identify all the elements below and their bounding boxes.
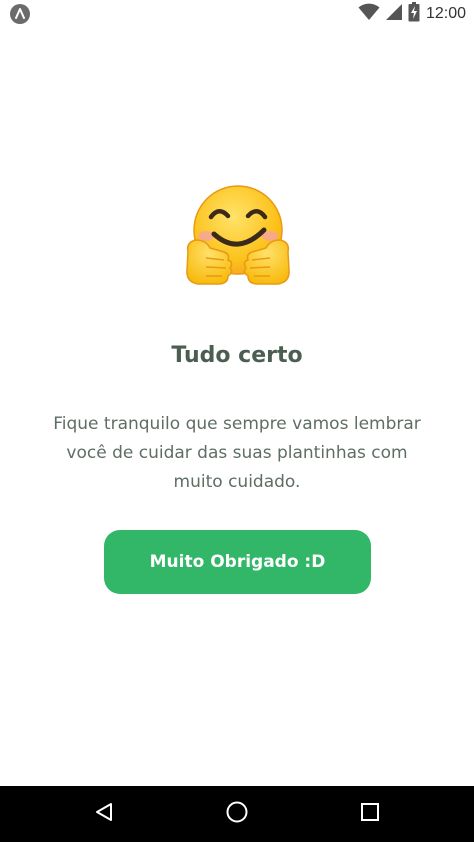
- battery-charging-icon: [408, 2, 420, 26]
- navigation-bar: [0, 786, 474, 842]
- back-button[interactable]: [82, 794, 126, 834]
- confirmation-message: Fique tranquilo que sempre vamos lembrar…: [53, 414, 421, 492]
- recents-button[interactable]: [348, 794, 392, 834]
- cell-signal-icon: [385, 4, 402, 24]
- home-button[interactable]: [215, 794, 259, 834]
- hugging-face-emoji: [184, 184, 292, 292]
- page-title: Tudo certo: [171, 343, 303, 368]
- status-bar: 12:00: [0, 0, 474, 28]
- status-icons: 12:00: [358, 0, 466, 28]
- status-time: 12:00: [425, 5, 466, 22]
- app-launcher-icon: [10, 4, 30, 24]
- home-icon: [225, 800, 249, 828]
- back-icon: [93, 801, 115, 827]
- recents-icon: [359, 801, 381, 827]
- thank-you-button[interactable]: Muito Obrigado :D: [104, 530, 371, 594]
- wifi-icon: [358, 3, 380, 25]
